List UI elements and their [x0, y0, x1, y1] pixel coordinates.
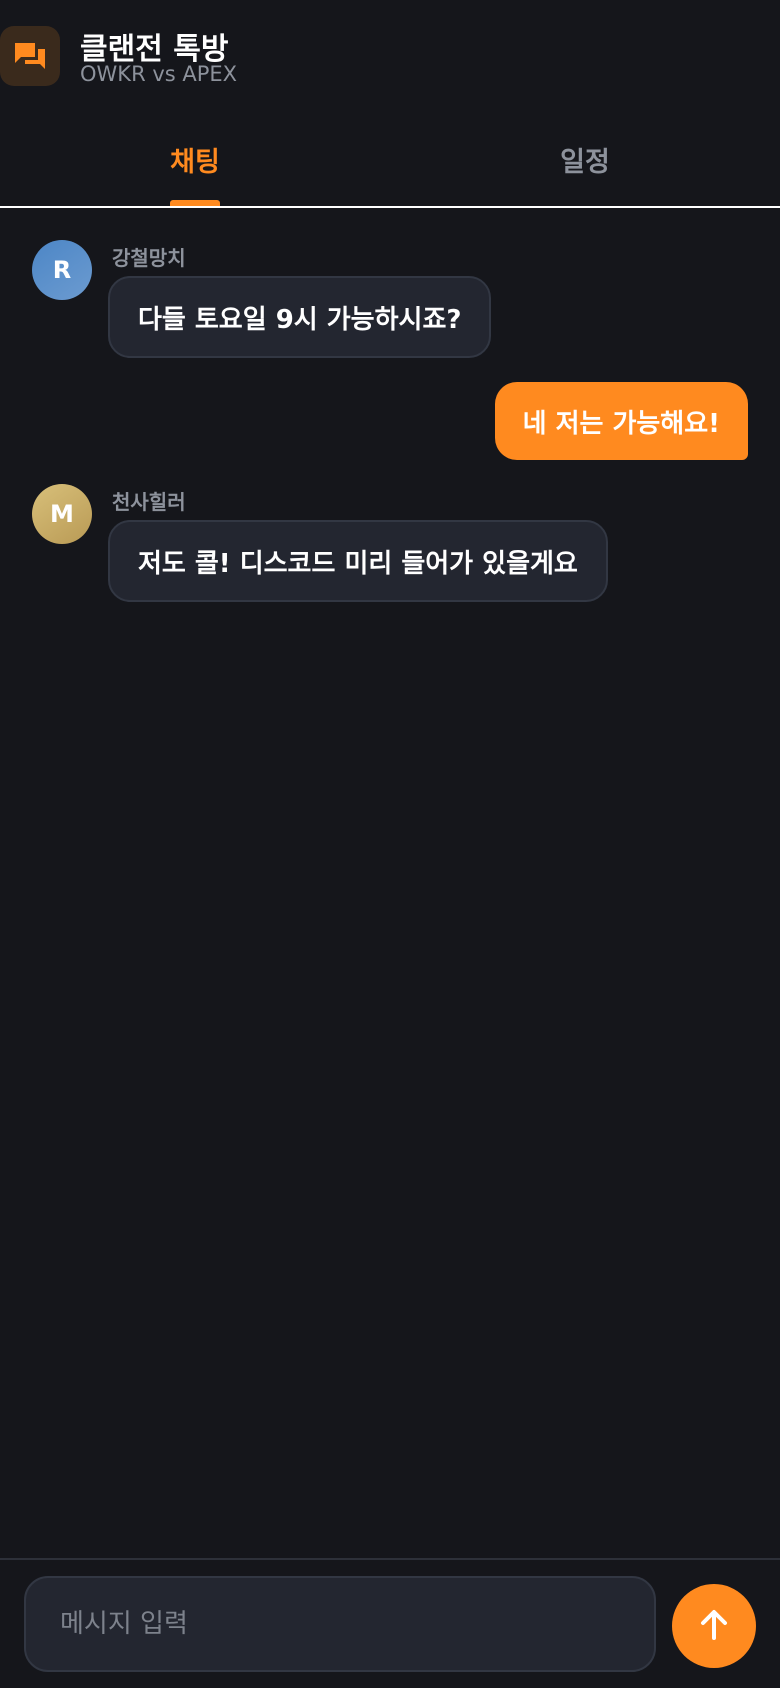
message-bubble-incoming: 다들 토요일 9시 가능하시죠?	[108, 276, 492, 358]
active-tab-indicator	[170, 200, 220, 206]
sender-name: 천사힐러	[112, 490, 186, 514]
message-composer	[0, 1558, 780, 1688]
chat-header: 클랜전 톡방 OWKR vs APEX	[0, 0, 780, 112]
tab-bar: 채팅 일정	[0, 112, 780, 208]
send-button[interactable]	[672, 1584, 756, 1668]
tab-schedule[interactable]: 일정	[390, 112, 780, 206]
arrow-up-icon	[696, 1607, 732, 1646]
tab-chat[interactable]: 채팅	[0, 112, 390, 206]
avatar[interactable]: R	[32, 240, 92, 300]
message-bubble-outgoing: 네 저는 가능해요!	[494, 382, 748, 460]
message-list[interactable]: R 강철망치 다들 토요일 9시 가능하시죠? 네 저는 가능해요! M 천사힐…	[0, 208, 780, 1558]
room-subtitle: OWKR vs APEX	[80, 62, 238, 86]
message-bubble-incoming: 저도 콜! 디스코드 미리 들어가 있을게요	[108, 520, 608, 602]
chat-bubbles-icon	[0, 26, 60, 86]
avatar[interactable]: M	[32, 484, 92, 544]
sender-name: 강철망치	[112, 246, 186, 270]
message-input[interactable]	[24, 1576, 656, 1672]
